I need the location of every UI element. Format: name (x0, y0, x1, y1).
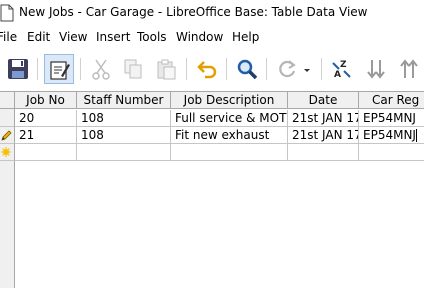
toolbar-separator (80, 58, 81, 80)
column-header-date[interactable]: Date (288, 92, 359, 109)
cell-car-reg-value: EP54MNJ (363, 128, 416, 142)
cell-staff-number[interactable]: 108 (77, 110, 171, 127)
toolbar-separator (226, 58, 227, 80)
text-cursor (415, 129, 417, 142)
column-header-job-description[interactable]: Job Description (171, 92, 288, 109)
column-header-job-no[interactable]: Job No (15, 92, 77, 109)
toolbar-separator (186, 58, 187, 80)
cell-date[interactable]: 21st JAN 17 (288, 127, 359, 144)
sort-ascending-button[interactable] (394, 54, 424, 84)
toolbar-separator (37, 58, 38, 80)
table-row: 21 108 Fit new exhaust 21st JAN 17 EP54M… (0, 127, 424, 144)
column-header-car-reg[interactable]: Car Reg N (359, 92, 424, 109)
row-handle[interactable] (0, 144, 15, 161)
menu-help[interactable]: Help (232, 30, 259, 44)
table-data-grid: Job No Staff Number Job Description Date… (0, 91, 424, 288)
cell-date[interactable] (288, 144, 359, 161)
menu-edit[interactable]: Edit (27, 30, 50, 44)
undo-button[interactable] (192, 54, 222, 84)
cell-car-reg[interactable]: EP54MNJ (359, 110, 424, 127)
toolbar: Z A (0, 50, 424, 88)
sort-descending-button[interactable] (361, 54, 391, 84)
menu-window[interactable]: Window (176, 30, 223, 44)
row-handle[interactable] (0, 127, 15, 144)
cell-job-no[interactable] (15, 144, 77, 161)
menu-view[interactable]: View (59, 30, 87, 44)
menu-tools[interactable]: Tools (137, 30, 167, 44)
toolbar-separator (266, 58, 267, 80)
paste-button[interactable] (151, 54, 181, 84)
toolbar-separator (321, 58, 322, 80)
title-bar: New Jobs - Car Garage - LibreOffice Base… (0, 0, 424, 26)
menu-file[interactable]: File (0, 30, 17, 44)
document-icon (0, 4, 14, 25)
cell-staff-number[interactable]: 108 (77, 127, 171, 144)
copy-button[interactable] (118, 54, 148, 84)
svg-text:Z: Z (340, 60, 347, 70)
column-header-row: Job No Staff Number Job Description Date… (0, 92, 424, 109)
window-title: New Jobs - Car Garage - LibreOffice Base… (19, 5, 368, 19)
select-all-corner[interactable] (0, 92, 15, 109)
refresh-button[interactable] (272, 54, 302, 84)
new-record-row (0, 144, 424, 161)
cell-job-no[interactable]: 21 (15, 127, 77, 144)
cell-staff-number[interactable] (77, 144, 171, 161)
cell-car-reg[interactable] (359, 144, 424, 161)
save-button[interactable] (3, 54, 33, 84)
menu-bar: File Edit View Insert Tools Window Help (0, 27, 424, 49)
column-header-staff-number[interactable]: Staff Number (77, 92, 171, 109)
svg-text:A: A (334, 70, 341, 80)
cell-job-description[interactable] (171, 144, 288, 161)
cell-job-description[interactable]: Full service & MOT (171, 110, 288, 127)
edit-data-button[interactable] (44, 54, 74, 84)
cell-car-reg-editing[interactable]: EP54MNJ (359, 127, 424, 144)
find-button[interactable] (232, 54, 262, 84)
table-row: 20 108 Full service & MOT 21st JAN 17 EP… (0, 110, 424, 127)
cell-job-description[interactable]: Fit new exhaust (171, 127, 288, 144)
menu-insert[interactable]: Insert (96, 30, 130, 44)
row-handle[interactable] (0, 110, 15, 127)
cell-job-no[interactable]: 20 (15, 110, 77, 127)
cut-button[interactable] (86, 54, 116, 84)
cell-date[interactable]: 21st JAN 17 (288, 110, 359, 127)
refresh-dropdown-button[interactable] (300, 54, 314, 84)
sort-button[interactable]: Z A (327, 54, 357, 84)
